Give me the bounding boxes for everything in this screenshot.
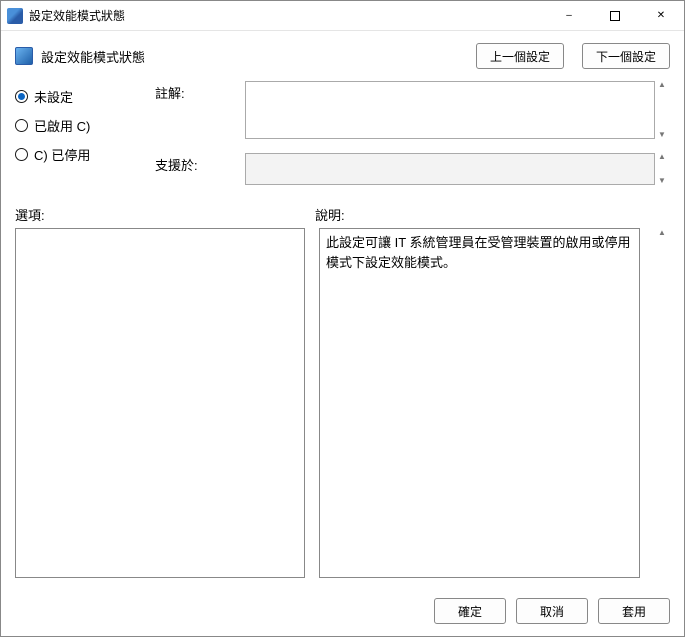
radio-label: C) 已停用	[34, 145, 90, 164]
panes-row: 此設定可讓 IT 系統管理員在受管理裝置的啟用或停用模式下設定效能模式。 ▲	[1, 228, 684, 578]
radio-icon	[15, 90, 28, 103]
radio-icon	[15, 148, 28, 161]
supported-label: 支援於:	[155, 153, 245, 174]
supported-scroll[interactable]: ▲ ▼	[654, 153, 670, 185]
supported-box	[245, 153, 655, 185]
title-bar: 設定效能模式狀態 – ✕	[1, 1, 684, 31]
next-setting-button[interactable]: 下一個設定	[582, 43, 670, 69]
cancel-button[interactable]: 取消	[516, 598, 588, 624]
comment-label: 註解:	[155, 81, 245, 102]
radio-label: 已啟用 C)	[34, 116, 90, 135]
minimize-button[interactable]: –	[546, 1, 592, 30]
radio-label: 未設定	[34, 87, 73, 106]
previous-setting-button[interactable]: 上一個設定	[476, 43, 564, 69]
radio-not-configured[interactable]: 未設定	[15, 87, 155, 106]
comment-row: 註解: ▲ ▼	[155, 81, 670, 139]
radio-icon	[15, 119, 28, 132]
radio-disabled[interactable]: C) 已停用	[15, 145, 155, 164]
supported-row: 支援於: ▲ ▼	[155, 153, 670, 185]
help-scroll-up-icon[interactable]: ▲	[654, 228, 670, 578]
comment-scroll[interactable]: ▲ ▼	[654, 81, 670, 139]
radio-enabled[interactable]: 已啟用 C)	[15, 116, 155, 135]
options-label: 選項:	[15, 205, 315, 224]
help-pane: 此設定可讓 IT 系統管理員在受管理裝置的啟用或停用模式下設定效能模式。	[319, 228, 640, 578]
scroll-down-icon[interactable]: ▼	[654, 177, 670, 185]
help-label: 說明:	[315, 205, 670, 224]
window-buttons: – ✕	[546, 1, 684, 30]
ok-button[interactable]: 確定	[434, 598, 506, 624]
options-pane	[15, 228, 305, 578]
policy-icon	[15, 47, 33, 65]
apply-button[interactable]: 套用	[598, 598, 670, 624]
policy-title: 設定效能模式狀態	[41, 47, 145, 66]
content-area: 設定效能模式狀態 上一個設定 下一個設定 未設定 已啟用 C) C) 已停用	[1, 31, 684, 636]
window-title: 設定效能模式狀態	[29, 7, 546, 24]
dialog-window: 設定效能模式狀態 – ✕ 設定效能模式狀態 上一個設定 下一個設定 未設定	[0, 0, 685, 637]
scroll-up-icon[interactable]: ▲	[654, 153, 670, 161]
close-button[interactable]: ✕	[638, 1, 684, 30]
scroll-up-icon[interactable]: ▲	[654, 81, 670, 89]
fields-area: 註解: ▲ ▼ 支援於: ▲ ▼	[155, 81, 670, 185]
header-row: 設定效能模式狀態 上一個設定 下一個設定	[1, 31, 684, 73]
top-area: 未設定 已啟用 C) C) 已停用 註解: ▲ ▼	[1, 73, 684, 185]
section-labels: 選項: 說明:	[1, 185, 684, 228]
scroll-down-icon[interactable]: ▼	[654, 131, 670, 139]
comment-textarea[interactable]	[245, 81, 655, 139]
help-text: 此設定可讓 IT 系統管理員在受管理裝置的啟用或停用模式下設定效能模式。	[326, 235, 631, 270]
state-radio-group: 未設定 已啟用 C) C) 已停用	[15, 81, 155, 185]
footer-buttons: 確定 取消 套用	[1, 586, 684, 636]
maximize-button[interactable]	[592, 1, 638, 30]
app-icon	[7, 8, 23, 24]
